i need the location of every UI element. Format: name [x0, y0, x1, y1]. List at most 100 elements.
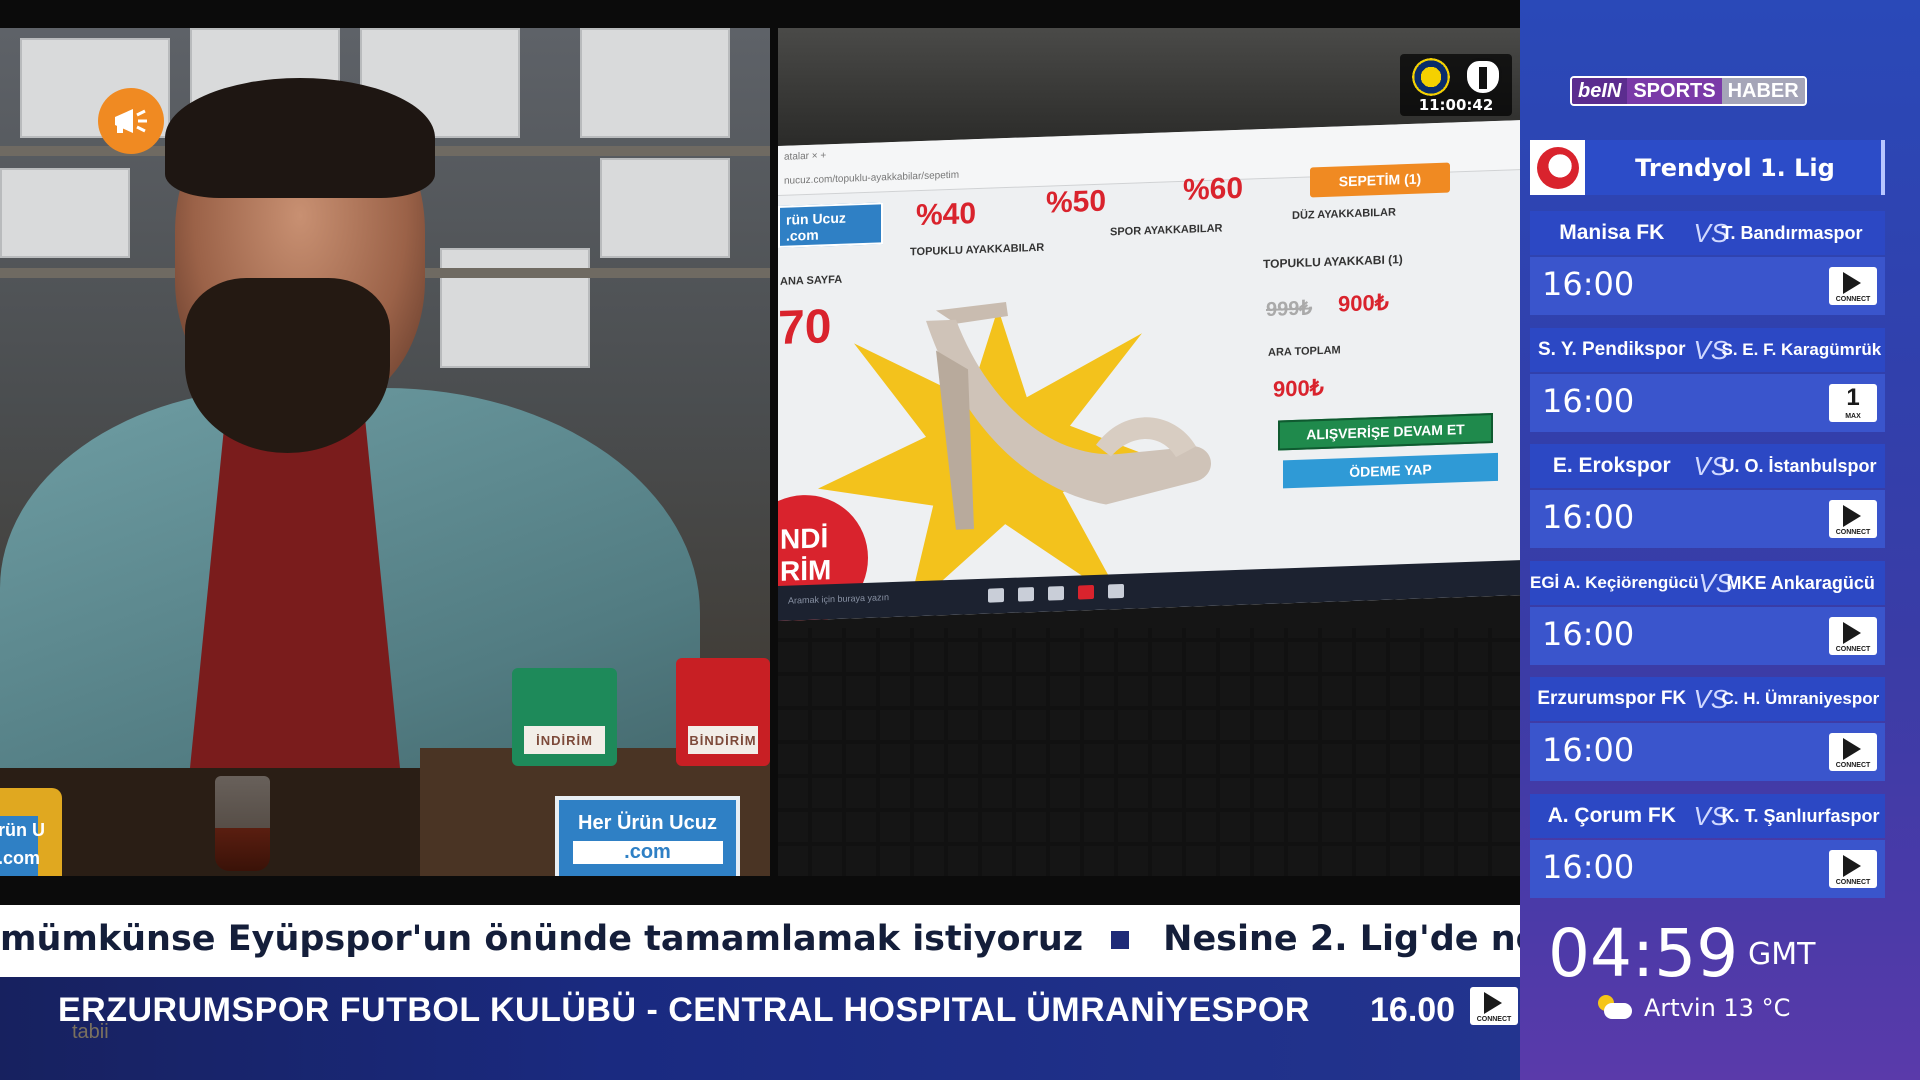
browser-tab: atalar × + [784, 150, 827, 163]
kickoff-time: 16:00 [1542, 382, 1635, 420]
play-icon [1843, 622, 1861, 644]
tea-glass [215, 776, 270, 871]
away-team: T. Bandırmaspor [1721, 222, 1863, 243]
fixture-time-row: 16:00 CONNECT [1530, 490, 1885, 548]
brand-part: beIN [1572, 78, 1628, 104]
lower-match-time: 16.00 [1370, 991, 1456, 1029]
taskbar-search: Aramak için buraya yazın [788, 592, 890, 606]
away-team: C. H. Ümraniyespor [1721, 689, 1880, 708]
vs-icon: VS [1693, 217, 1729, 248]
ticker-item: Nesine 2. Lig'de normal s [1163, 919, 1520, 959]
person-hair [165, 78, 435, 198]
lower-match-bar: ERZURUMSPOR FUTBOL KULÜBÜ - CENTRAL HOSP… [0, 977, 1520, 1080]
home-team: S. Y. Pendikspor [1538, 339, 1686, 360]
subtotal-value: 900₺ [1273, 374, 1324, 402]
jar-red: BİNDİRİM [676, 658, 770, 766]
home-team: EGİ A. Keçiörengücü [1530, 573, 1699, 592]
weather-text: Artvin 13 °C [1644, 994, 1791, 1022]
tabii-watermark: tabii [72, 1021, 109, 1043]
league-logo-icon [1530, 140, 1585, 195]
promo-pct: %60 [1183, 171, 1244, 207]
video-right-panel: atalar × + nucuz.com/topuklu-ayakkabilar… [778, 28, 1520, 876]
store-sign: Her Ürün Ucuz .com [555, 796, 740, 876]
match-scorebug: 11:00:42 [1400, 54, 1512, 116]
mug: rün U .com [0, 788, 62, 876]
taskbar-app-icon [1018, 587, 1034, 602]
play-icon [1843, 855, 1861, 877]
home-team: E. Erokspor [1552, 454, 1671, 477]
cart-button: SEPETİM (1) [1310, 162, 1450, 198]
checkout-button: ÖDEME YAP [1283, 452, 1498, 489]
league-header: Trendyol 1. Lig [1530, 140, 1885, 195]
fixture-teams: EGİ A. Keçiörengücü VS MKE Ankaragücü [1530, 561, 1885, 605]
connect-channel-icon: CONNECT [1470, 987, 1518, 1025]
continue-shopping-button: ALIŞVERİŞE DEVAM ET [1278, 413, 1493, 451]
taskbar-app-icon [988, 588, 1004, 603]
person-beard [185, 278, 390, 453]
shelf-box [440, 248, 590, 368]
kickoff-time: 16:00 [1542, 615, 1635, 653]
channel-caption: CONNECT [1835, 646, 1871, 653]
taskbar-app-icon [1078, 584, 1094, 600]
fixture-teams: E. Erokspor VS U. O. İstanbulspor [1530, 444, 1885, 488]
ticker-item: mümkünse Eyüpspor'un önünde tamamlamak i… [0, 919, 1084, 959]
jar-label: İNDİRİM [524, 726, 605, 754]
site-logo: rün Ucuz .com [778, 202, 883, 248]
away-team: MKE Ankaragücü [1726, 572, 1875, 593]
promo-pct: %40 [916, 197, 977, 233]
weather: Artvin 13 °C [1596, 994, 1790, 1022]
video-left-panel: İNDİRİM BİNDİRİM Her Ürün Ucuz .com rün … [0, 28, 770, 876]
fixture-card: E. Erokspor VS U. O. İstanbulspor 16:00 … [1530, 444, 1885, 554]
news-ticker: mümkünse Eyüpspor'un önünde tamamlamak i… [0, 905, 1520, 977]
besiktas-crest-icon [1464, 58, 1502, 96]
promo-label: TOPUKLU AYAKKABILAR [910, 241, 1045, 259]
channel-caption: CONNECT [1835, 529, 1871, 536]
channel-caption: MAX [1845, 413, 1861, 420]
connect-channel-icon: CONNECT [1829, 267, 1877, 305]
vs-icon: VS [1693, 683, 1729, 714]
max-channel-icon: 1 MAX [1829, 384, 1877, 422]
fenerbahce-crest-icon [1412, 58, 1450, 96]
fixture-card: Manisa FK VS T. Bandırmaspor 16:00 CONNE… [1530, 211, 1885, 321]
taskbar-app-icon [1108, 583, 1124, 599]
play-icon [1843, 738, 1861, 760]
fixture-time-row: 16:00 CONNECT [1530, 840, 1885, 898]
vs-icon: VS [1698, 567, 1734, 598]
fixtures-sidebar: beIN SPORTS HABER Trendyol 1. Lig Manisa… [1520, 0, 1920, 1080]
megaphone-icon [98, 88, 164, 154]
play-icon [1843, 505, 1861, 527]
away-team: S. E. F. Karagümrük [1721, 340, 1882, 359]
ticker-track: mümkünse Eyüpspor'un önünde tamamlamak i… [0, 919, 1520, 959]
fixture-card: A. Çorum FK VS K. T. Şanlıurfaspor 16:00… [1530, 794, 1885, 904]
fixture-time-row: 16:00 CONNECT [1530, 607, 1885, 665]
play-icon [1843, 272, 1861, 294]
kickoff-time: 16:00 [1542, 731, 1635, 769]
channel-caption: CONNECT [1476, 1016, 1512, 1023]
lower-match-title: ERZURUMSPOR FUTBOL KULÜBÜ - CENTRAL HOSP… [58, 991, 1310, 1029]
fixture-teams: Manisa FK VS T. Bandırmaspor [1530, 211, 1885, 255]
nav-home: ANA SAYFA [780, 273, 843, 288]
fixture-card: Erzurumspor FK VS C. H. Ümraniyespor 16:… [1530, 677, 1885, 787]
scorebug-time: 11:00:42 [1418, 96, 1494, 114]
channel-caption: CONNECT [1835, 879, 1871, 886]
store-sign-line2: .com [572, 841, 723, 864]
laptop-screen: atalar × + nucuz.com/topuklu-ayakkabilar… [778, 120, 1520, 621]
channel-number: 1 [1846, 384, 1860, 411]
mug-label: rün U .com [0, 816, 45, 876]
away-team: U. O. İstanbulspor [1721, 455, 1877, 476]
clock-timezone: GMT [1748, 937, 1816, 972]
connect-channel-icon: CONNECT [1829, 850, 1877, 888]
old-price: 999₺ [1266, 297, 1313, 321]
vs-icon: VS [1693, 450, 1729, 481]
fixture-teams: Erzurumspor FK VS C. H. Ümraniyespor [1530, 677, 1885, 721]
clock-time: 04:59 [1548, 915, 1739, 992]
taskbar: Aramak için buraya yazın [778, 560, 1520, 621]
fixture-time-row: 16:00 1 MAX [1530, 374, 1885, 432]
ticker-separator-icon [1111, 931, 1130, 949]
shelf-box [0, 168, 130, 258]
taskbar-app-icon [1048, 586, 1064, 601]
fixture-time-row: 16:00 CONNECT [1530, 257, 1885, 315]
laptop-keyboard [778, 628, 1520, 876]
shelf-box [600, 158, 730, 258]
kickoff-time: 16:00 [1542, 265, 1635, 303]
